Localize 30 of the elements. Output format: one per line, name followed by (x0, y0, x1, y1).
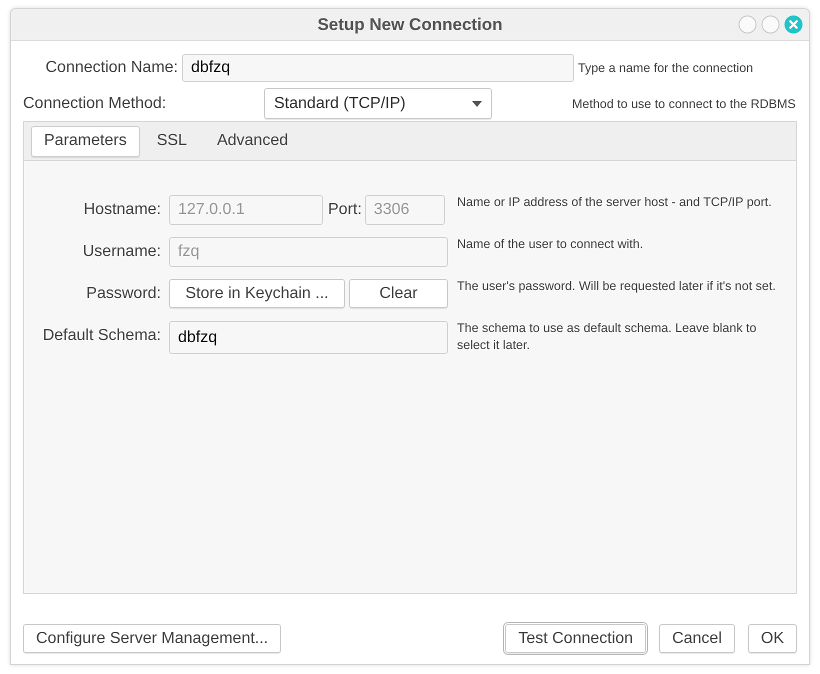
minimize-icon[interactable] (738, 15, 757, 34)
close-icon[interactable] (784, 15, 803, 34)
password-button[interactable]: Store in Keychain ... (169, 279, 345, 308)
field-hint: Name or IP address of the server host - and TCP/IP port. (456, 194, 773, 211)
field-hint: Type a name for the connection (578, 61, 754, 75)
window-title: Setup New Connection (317, 14, 503, 34)
field-label: Username: (82, 242, 161, 262)
text-field[interactable]: dbfzq (169, 321, 448, 354)
maximize-icon[interactable] (761, 15, 780, 34)
field-label: Port: (328, 200, 362, 220)
field-hint: Method to use to connect to the RDBMS (572, 96, 796, 110)
password-button[interactable]: Clear (349, 279, 448, 308)
field-label: Connection Method: (23, 94, 168, 112)
field-label: Connection Name: (44, 59, 178, 77)
dialog-button[interactable]: Test Connection (505, 624, 646, 653)
caret-icon (472, 100, 482, 106)
connection-method-dropdown[interactable]: Standard (TCP/IP) (264, 88, 492, 119)
field-hint: Name of the user to connect with. (456, 236, 644, 253)
connection-name-field[interactable]: dbfzq (182, 54, 574, 82)
field-label: Hostname: (82, 200, 161, 220)
field-hint: The schema to use as default schema. Leave blank to select it later. (456, 320, 758, 354)
dialog-button[interactable]: OK (748, 624, 797, 653)
tab[interactable]: SSL (144, 126, 200, 156)
tab[interactable]: Advanced (204, 126, 302, 156)
tab[interactable]: Parameters (31, 126, 140, 156)
field-hint: The user's password. Will be requested later if it's not set. (456, 278, 777, 295)
field-label: Default Schema: (42, 326, 161, 346)
configure-server-button[interactable]: Configure Server Management... (23, 624, 282, 653)
dialog-button[interactable]: Cancel (659, 624, 735, 653)
field-label: Password: (85, 284, 161, 304)
